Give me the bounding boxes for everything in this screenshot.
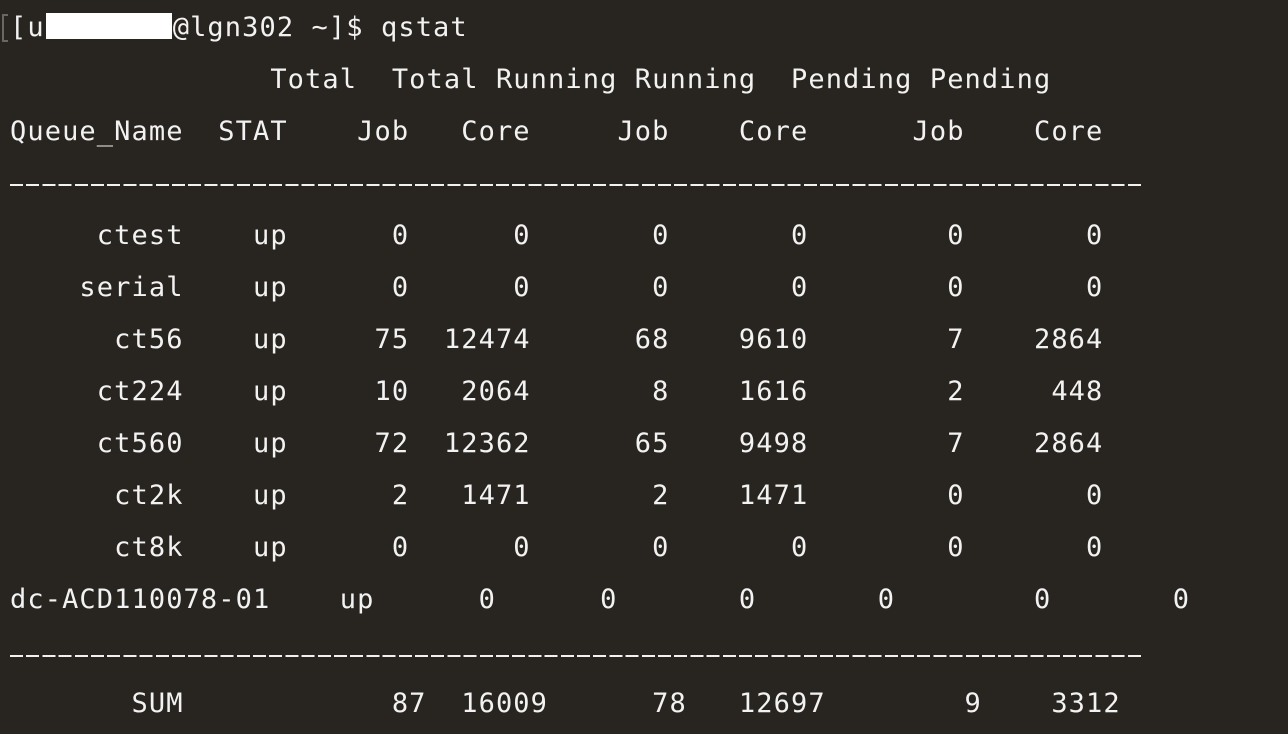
- table-row: ct8k up 0 0 0 0 0 0: [10, 532, 1104, 563]
- table-row: ct224 up 10 2064 8 1616 2 448: [10, 376, 1104, 407]
- separator-top: [10, 184, 1144, 186]
- table-row: ct56 up 75 12474 68 9610 7 2864: [10, 324, 1104, 355]
- table-row: ct2k up 2 1471 2 1471 0 0: [10, 480, 1104, 511]
- header-row-1: Total Total Running Running Pending Pend…: [10, 64, 1052, 95]
- prompt-prefix: [u: [10, 12, 45, 43]
- scroll-mark-icon: [2, 14, 8, 42]
- table-row: serial up 0 0 0 0 0 0: [10, 272, 1104, 303]
- table-row: ctest up 0 0 0 0 0 0: [10, 220, 1104, 251]
- command-text: qstat: [380, 12, 468, 43]
- prompt-line: [u @lgn302 ~]$ qstat: [10, 13, 468, 43]
- prompt-suffix: @lgn302 ~]$: [172, 12, 381, 43]
- header-row-2: Queue_Name STAT Job Core Job Core Job Co…: [10, 116, 1104, 147]
- table-row: dc-ACD110078-01 up 0 0 0 0 0 0: [10, 584, 1191, 615]
- sum-row: SUM 87 16009 78 12697 9 3312: [10, 688, 1121, 719]
- table-row: ct560 up 72 12362 65 9498 7 2864: [10, 428, 1104, 459]
- terminal-window[interactable]: [u @lgn302 ~]$ qstat Total Total Running …: [0, 0, 1288, 734]
- separator-bottom: [10, 655, 1144, 657]
- redacted-username: [45, 13, 172, 39]
